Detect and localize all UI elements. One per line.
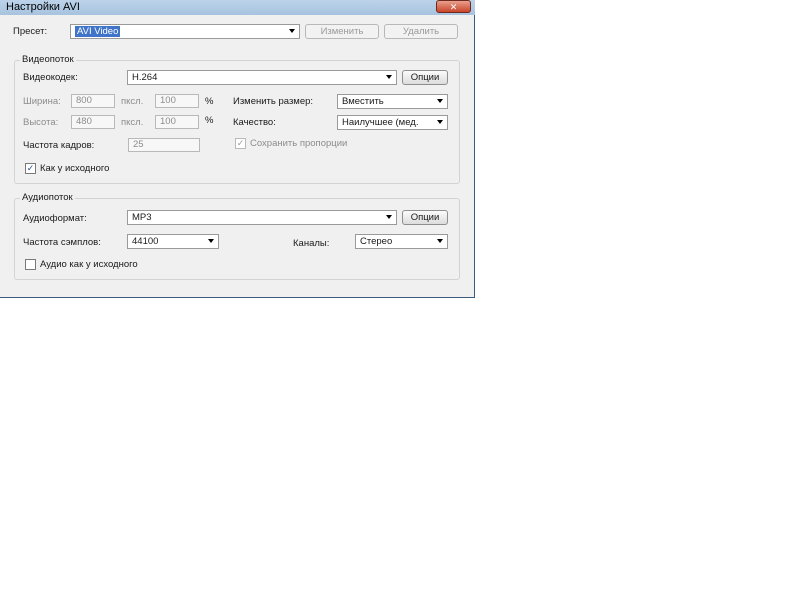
video-codec-value: H.264 [132,72,158,83]
height-percent-sign: % [205,115,214,126]
sample-rate-select[interactable]: 44100 [127,234,219,249]
chevron-down-icon [386,215,392,219]
audio-options-button[interactable]: Опции [402,210,448,225]
width-input[interactable]: 800 [71,94,115,108]
audio-format-value: MP3 [132,212,152,223]
quality-value: Наилучшее (мед. [342,117,419,128]
chevron-down-icon [386,75,392,79]
chevron-down-icon [208,239,214,243]
chevron-down-icon [437,120,443,124]
resize-label: Изменить размер: [233,96,314,107]
height-input[interactable]: 480 [71,115,115,129]
height-unit: пксл. [121,117,144,128]
width-percent-sign: % [205,96,214,107]
keep-ratio-checkbox[interactable]: ✓ [235,138,246,149]
video-options-button[interactable]: Опции [402,70,448,85]
preset-value: AVI Video [75,26,121,37]
title-bar[interactable]: Настройки AVI ✕ [0,0,475,15]
audio-format-label: Аудиоформат: [23,213,87,224]
preset-label: Пресет: [13,26,48,37]
video-as-source-label: Как у исходного [40,163,110,174]
avi-settings-dialog: Настройки AVI ✕ Пресет: AVI Video Измени… [0,0,475,298]
height-label: Высота: [23,117,59,128]
chevron-down-icon [289,29,295,33]
width-percent-input[interactable]: 100 [155,94,199,108]
keep-ratio-label: Сохранить пропорции [250,138,348,149]
checkmark-icon: ✓ [236,138,245,148]
audio-format-select[interactable]: MP3 [127,210,397,225]
audio-as-source-label: Аудио как у исходного [40,259,138,270]
chevron-down-icon [437,239,443,243]
video-codec-label: Видеокодек: [23,72,78,83]
audio-group-title: Аудиопоток [20,192,75,203]
video-codec-select[interactable]: H.264 [127,70,397,85]
checkmark-icon: ✓ [26,163,35,173]
resize-value: Вместить [342,96,384,107]
channels-select[interactable]: Стерео [355,234,448,249]
width-label: Ширина: [23,96,61,107]
fps-label: Частота кадров: [23,140,95,151]
resize-select[interactable]: Вместить [337,94,448,109]
close-icon: ✕ [449,2,458,12]
quality-select[interactable]: Наилучшее (мед. [337,115,448,130]
height-percent-input[interactable]: 100 [155,115,199,129]
audio-as-source-checkbox[interactable] [25,259,36,270]
window-title: Настройки AVI [6,1,80,13]
quality-label: Качество: [233,117,276,128]
video-as-source-checkbox[interactable]: ✓ [25,163,36,174]
video-group-title: Видеопоток [20,54,76,65]
channels-label: Каналы: [293,238,330,249]
sample-rate-label: Частота сэмплов: [23,237,101,248]
sample-rate-value: 44100 [132,236,159,247]
fps-input[interactable]: 25 [128,138,200,152]
preset-select[interactable]: AVI Video [70,24,300,39]
close-button[interactable]: ✕ [436,0,471,13]
chevron-down-icon [437,99,443,103]
edit-preset-button[interactable]: Изменить [305,24,379,39]
width-unit: пксл. [121,96,144,107]
channels-value: Стерео [360,236,393,247]
delete-preset-button[interactable]: Удалить [384,24,458,39]
